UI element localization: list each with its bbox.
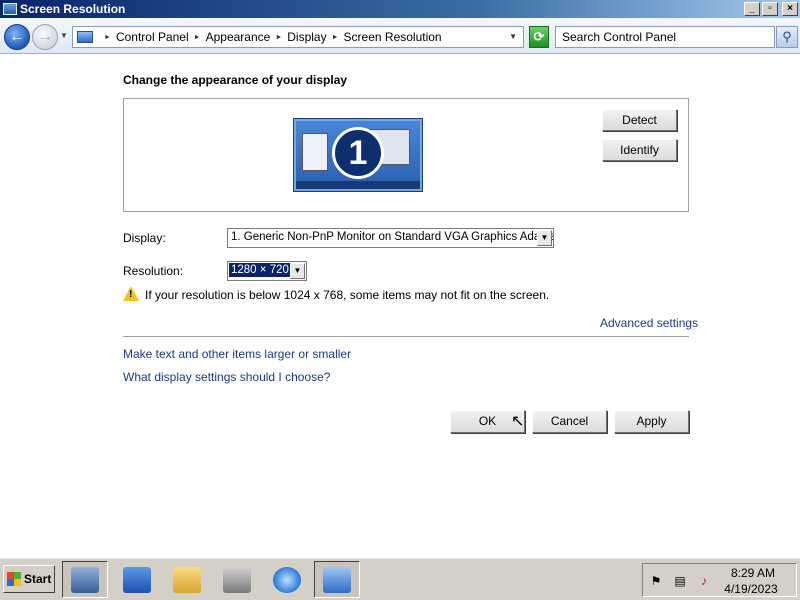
- display-app-icon: [3, 3, 17, 15]
- breadcrumb-display[interactable]: Display: [287, 30, 326, 44]
- breadcrumb-separator-icon[interactable]: ►: [275, 34, 282, 41]
- divider: [123, 336, 689, 337]
- breadcrumb-separator-icon[interactable]: ►: [332, 34, 339, 41]
- page-title: Change the appearance of your display: [123, 73, 348, 87]
- resolution-select[interactable]: 1280 × 720 ▼: [227, 261, 307, 281]
- advanced-settings-link[interactable]: Advanced settings: [600, 316, 698, 330]
- breadcrumb[interactable]: ► Control Panel ► Appearance ► Display ►…: [72, 26, 524, 48]
- display-help-link[interactable]: What display settings should I choose?: [123, 370, 330, 384]
- server-manager-icon: [71, 566, 99, 593]
- cancel-button[interactable]: Cancel: [532, 410, 607, 433]
- warning-exclamation-icon: !: [129, 289, 133, 300]
- taskbar-powershell[interactable]: [114, 561, 160, 598]
- powershell-icon: [123, 566, 151, 593]
- clock-time[interactable]: 8:29 AM: [728, 566, 778, 580]
- internet-explorer-icon: [273, 566, 301, 593]
- flag-icon[interactable]: ⚑: [649, 574, 663, 588]
- start-label: Start: [24, 572, 52, 586]
- forward-arrow-icon[interactable]: →: [32, 24, 58, 50]
- resolution-select-value: 1280 × 720: [228, 262, 292, 278]
- address-toolbar: ← → ▼ ► Control Panel ► Appearance ► Dis…: [0, 18, 800, 54]
- apply-button[interactable]: Apply: [614, 410, 689, 433]
- display-arrangement-area: 1 Detect Identify: [123, 98, 689, 212]
- start-button[interactable]: Start: [3, 565, 55, 593]
- control-panel-icon: [77, 31, 93, 43]
- taskbar-control-panel[interactable]: [314, 561, 360, 598]
- search-icon[interactable]: ⚲: [776, 26, 798, 48]
- monitor-1-icon[interactable]: 1: [294, 119, 422, 191]
- display-label: Display:: [123, 231, 166, 245]
- breadcrumb-separator-icon[interactable]: ►: [104, 34, 111, 41]
- admin-tools-icon: [223, 566, 251, 593]
- chevron-down-icon[interactable]: ▼: [537, 230, 552, 246]
- monitor-preview-window-icon: [302, 133, 328, 171]
- taskbar-internet-explorer[interactable]: [264, 561, 310, 598]
- back-arrow-icon[interactable]: ←: [4, 24, 30, 50]
- taskbar-admin-tools[interactable]: [214, 561, 260, 598]
- close-button[interactable]: ×: [782, 2, 798, 16]
- display-select-value: 1. Generic Non-PnP Monitor on Standard V…: [231, 231, 554, 243]
- taskbar: Start ⚑ ▤ ♪ 8:29 AM 4/19/2023: [0, 557, 800, 600]
- minimize-button[interactable]: _: [744, 2, 760, 16]
- history-dropdown-icon[interactable]: ▼: [60, 31, 68, 40]
- monitor-number-badge: 1: [332, 127, 384, 179]
- search-input[interactable]: Search Control Panel: [555, 26, 775, 48]
- breadcrumb-separator-icon[interactable]: ►: [194, 34, 201, 41]
- window-title-bar[interactable]: Screen Resolution _ ▫ ×: [0, 0, 800, 18]
- clock-date[interactable]: 4/19/2023: [723, 582, 779, 596]
- window-title: Screen Resolution: [20, 2, 126, 16]
- resolution-warning-text: If your resolution is below 1024 x 768, …: [145, 288, 550, 302]
- text-size-link[interactable]: Make text and other items larger or smal…: [123, 347, 351, 361]
- screen-resolution-panel: Change the appearance of your display 1 …: [0, 55, 800, 557]
- identify-button[interactable]: Identify: [602, 139, 677, 161]
- refresh-icon[interactable]: ⟳: [529, 26, 549, 48]
- windows-logo-icon: [7, 572, 21, 586]
- system-tray: ⚑ ▤ ♪ 8:29 AM 4/19/2023: [642, 563, 797, 597]
- display-select[interactable]: 1. Generic Non-PnP Monitor on Standard V…: [227, 228, 554, 248]
- folder-icon: [173, 566, 201, 593]
- control-panel-icon: [323, 566, 351, 593]
- breadcrumb-appearance[interactable]: Appearance: [206, 30, 271, 44]
- breadcrumb-control-panel[interactable]: Control Panel: [116, 30, 189, 44]
- monitor-preview-taskbar: [296, 181, 420, 189]
- volume-muted-icon[interactable]: ♪: [697, 574, 711, 588]
- detect-button[interactable]: Detect: [602, 109, 677, 131]
- chevron-down-icon[interactable]: ▼: [290, 263, 305, 279]
- taskbar-explorer[interactable]: [164, 561, 210, 598]
- mouse-pointer-icon: ↖: [511, 413, 525, 430]
- taskbar-server-manager[interactable]: [62, 561, 108, 598]
- restore-button[interactable]: ▫: [762, 2, 778, 16]
- breadcrumb-screen-resolution[interactable]: Screen Resolution: [344, 30, 442, 44]
- resolution-label: Resolution:: [123, 264, 184, 278]
- network-icon[interactable]: ▤: [673, 574, 687, 588]
- address-dropdown-icon[interactable]: ▼: [509, 32, 517, 41]
